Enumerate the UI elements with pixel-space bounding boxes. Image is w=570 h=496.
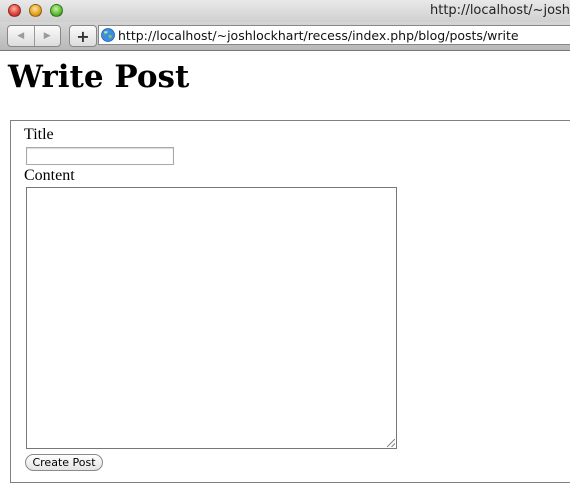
forward-arrow-icon: ▶ xyxy=(43,31,51,41)
content-textarea[interactable] xyxy=(26,187,397,449)
title-label: Title xyxy=(24,126,54,143)
address-bar[interactable]: http://localhost/~joshlockhart/recess/in… xyxy=(98,25,570,45)
minimize-window-icon[interactable] xyxy=(29,4,42,17)
page-title: Write Post xyxy=(8,59,190,95)
url-text: http://localhost/~joshlockhart/recess/in… xyxy=(118,28,519,43)
page-content: Write Post Title Content Create Post xyxy=(0,51,570,496)
back-arrow-icon: ◀ xyxy=(17,31,25,41)
zoom-window-icon[interactable] xyxy=(50,4,63,17)
browser-toolbar: ◀ ▶ + http://localhost/~joshlockhart/rec… xyxy=(0,22,570,51)
title-input[interactable] xyxy=(26,147,174,165)
add-bookmark-button[interactable]: + xyxy=(69,25,97,47)
write-post-form: Title Content Create Post xyxy=(10,120,570,483)
globe-icon xyxy=(101,28,115,42)
create-post-button[interactable]: Create Post xyxy=(25,454,103,471)
back-button[interactable]: ◀ xyxy=(8,26,35,46)
browser-window: http://localhost/~josh ◀ ▶ + http://loca… xyxy=(0,0,570,496)
navigation-buttons: ◀ ▶ xyxy=(7,25,61,47)
resize-grip-icon[interactable] xyxy=(387,439,395,447)
close-window-icon[interactable] xyxy=(8,4,21,17)
content-label: Content xyxy=(24,167,75,184)
window-title: http://localhost/~josh xyxy=(430,3,570,18)
forward-button[interactable]: ▶ xyxy=(35,26,61,46)
title-bar: http://localhost/~josh xyxy=(0,0,570,22)
